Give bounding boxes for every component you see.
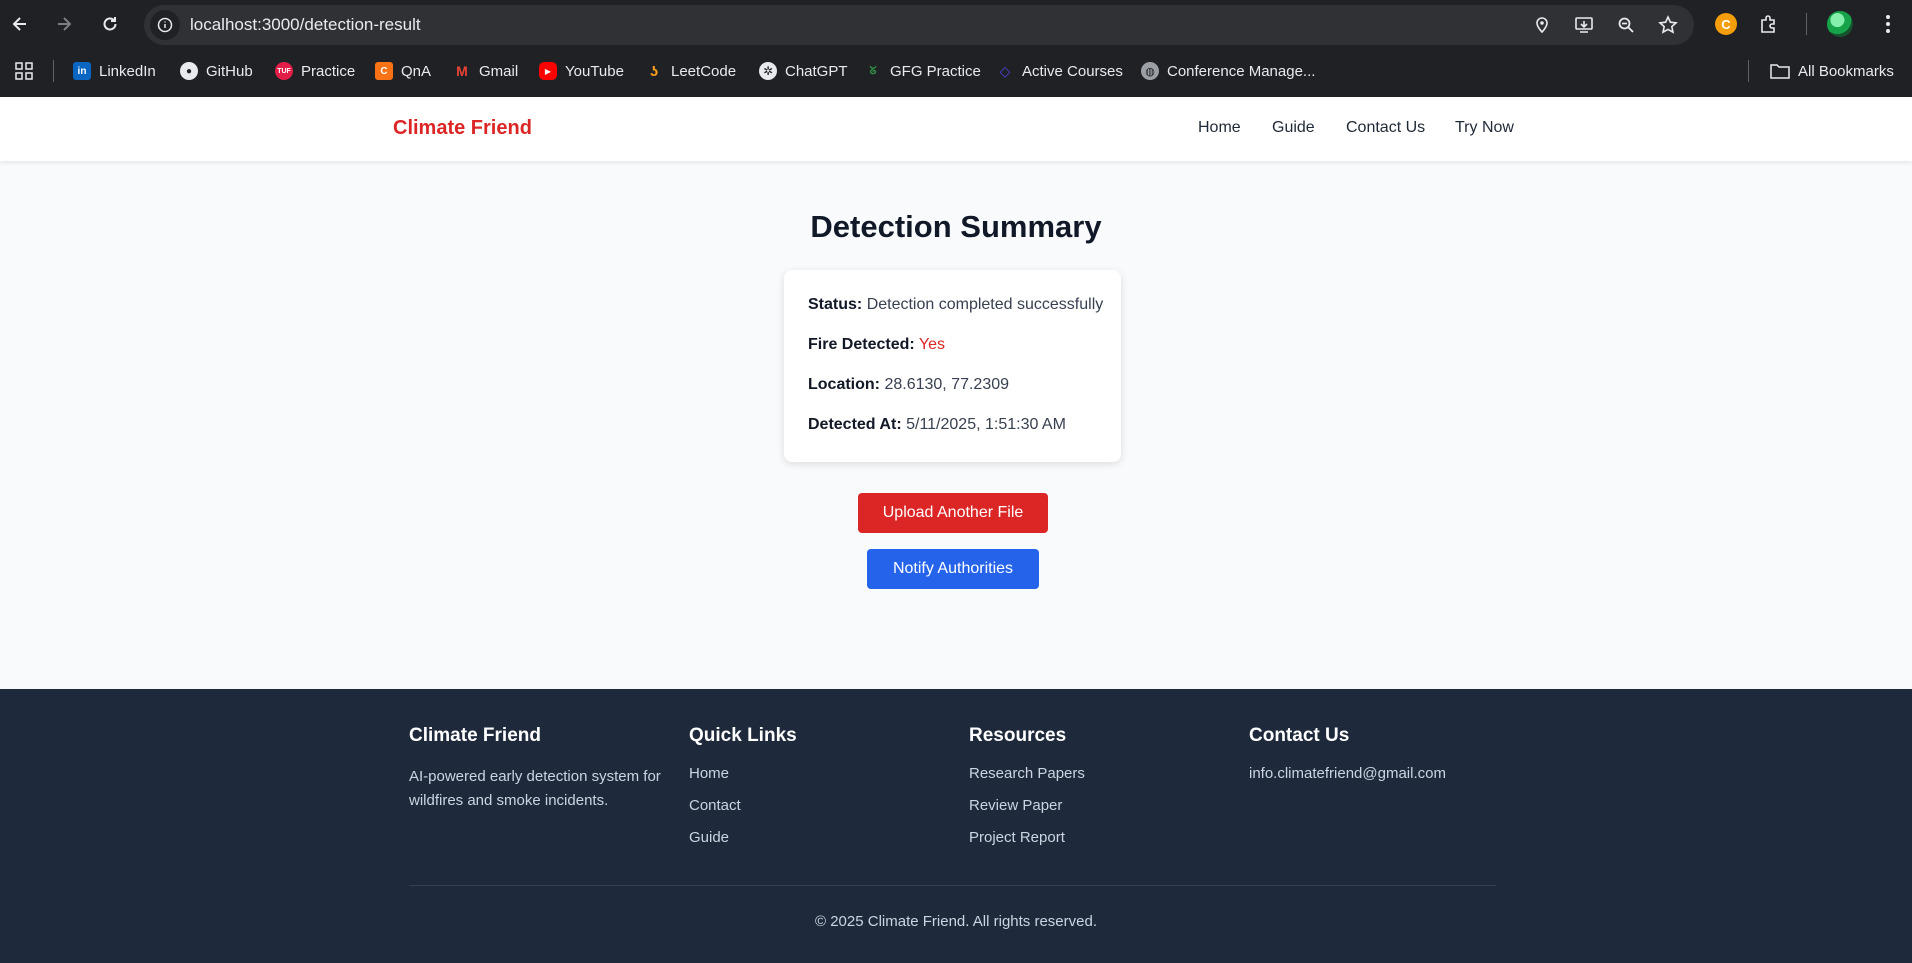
install-app-icon[interactable] xyxy=(1572,13,1596,37)
brand-logo[interactable]: Climate Friend xyxy=(393,117,532,140)
site-footer: Climate Friend AI-powered early detectio… xyxy=(0,689,1912,963)
footer-description: AI-powered early detection system for wi… xyxy=(409,768,661,809)
detected-at-label: Detected At: xyxy=(808,416,902,433)
quick-links-title: Quick Links xyxy=(689,725,797,746)
fire-detected-value: Yes xyxy=(918,336,945,353)
extensions-puzzle-icon[interactable] xyxy=(1754,10,1782,38)
bookmark-practice[interactable]: TUF Practice xyxy=(275,59,355,83)
status-label: Status: xyxy=(808,296,863,313)
location-value: 28.6130, 77.2309 xyxy=(884,376,1010,393)
all-bookmarks[interactable]: All Bookmarks xyxy=(1770,59,1894,83)
resources-title: Resources xyxy=(969,725,1067,746)
courses-icon: ◇ xyxy=(999,62,1011,79)
forward-icon[interactable] xyxy=(52,12,76,36)
apps-grid-icon[interactable] xyxy=(14,59,34,83)
footer-link-home[interactable]: Home xyxy=(689,765,797,797)
bookmark-chatgpt[interactable]: ✲ ChatGPT xyxy=(759,59,848,83)
bookmark-github[interactable]: ● GitHub xyxy=(180,59,253,83)
footer-quick-links: Quick Links Home Contact Guide xyxy=(689,725,797,861)
footer-link-research-papers[interactable]: Research Papers xyxy=(969,765,1085,797)
linkedin-icon: in xyxy=(73,62,91,80)
gmail-icon: M xyxy=(456,63,468,79)
contact-title: Contact Us xyxy=(1249,725,1350,746)
chatgpt-icon: ✲ xyxy=(759,62,777,80)
detected-at-row: Detected At: 5/11/2025, 1:51:30 AM xyxy=(808,416,1097,456)
youtube-icon: ▶ xyxy=(539,62,557,80)
bookmark-active-courses[interactable]: ◇ Active Courses xyxy=(996,59,1123,83)
bookmark-conference[interactable]: ◍ Conference Manage... xyxy=(1141,59,1315,83)
fire-detected-label: Fire Detected: xyxy=(808,336,915,353)
detection-summary-card: Status: Detection completed successfully… xyxy=(784,270,1121,462)
profile-avatar[interactable] xyxy=(1826,10,1854,38)
tuf-icon: TUF xyxy=(275,62,293,80)
footer-brand: Climate Friend xyxy=(409,725,541,746)
location-row: Location: 28.6130, 77.2309 xyxy=(808,376,1097,416)
copyright-text: © 2025 Climate Friend. All rights reserv… xyxy=(814,913,1097,930)
extension-c-icon[interactable]: C xyxy=(1712,10,1740,38)
reload-icon[interactable] xyxy=(98,12,122,36)
toolbar-separator xyxy=(1806,13,1807,35)
footer-resources: Resources Research Papers Review Paper P… xyxy=(969,725,1085,861)
bookmarks-separator xyxy=(53,60,54,82)
location-label: Location: xyxy=(808,376,880,393)
bookmarks-separator-right xyxy=(1748,60,1749,82)
footer-link-project-report[interactable]: Project Report xyxy=(969,829,1085,861)
bookmark-gfg-practice[interactable]: ᘜ GFG Practice xyxy=(864,59,980,83)
status-value: Detection completed successfully xyxy=(866,296,1104,313)
qna-icon: C xyxy=(375,62,393,80)
footer-link-contact[interactable]: Contact xyxy=(689,797,797,829)
github-icon: ● xyxy=(180,62,198,80)
bookmark-gmail[interactable]: M Gmail xyxy=(453,59,518,83)
address-bar[interactable]: localhost:3000/detection-result xyxy=(144,5,1694,45)
main-content: Detection Summary Status: Detection comp… xyxy=(0,161,1912,689)
browser-toolbar: localhost:3000/detection-result C xyxy=(0,0,1912,49)
footer-link-guide[interactable]: Guide xyxy=(689,829,797,861)
gfg-icon: ᘜ xyxy=(869,64,877,77)
back-icon[interactable] xyxy=(8,12,32,36)
bookmark-leetcode[interactable]: ʖ LeetCode xyxy=(645,59,736,83)
footer-divider xyxy=(409,885,1496,886)
browser-chrome: localhost:3000/detection-result C in Lin… xyxy=(0,0,1912,97)
location-icon[interactable] xyxy=(1530,13,1554,37)
bookmark-youtube[interactable]: ▶ YouTube xyxy=(539,59,624,83)
folder-icon xyxy=(1770,64,1790,79)
status-row: Status: Detection completed successfully xyxy=(808,296,1103,336)
nav-contact-us[interactable]: Contact Us xyxy=(1346,119,1425,137)
page-title: Detection Summary xyxy=(810,209,1102,244)
site-header: Climate Friend Home Guide Contact Us Try… xyxy=(0,97,1912,161)
detected-at-value: 5/11/2025, 1:51:30 AM xyxy=(906,416,1066,433)
footer-contact: Contact Us info.climatefriend@gmail.com xyxy=(1249,725,1446,797)
footer-link-review-paper[interactable]: Review Paper xyxy=(969,797,1085,829)
site-info-icon[interactable] xyxy=(150,10,180,40)
nav-try-now[interactable]: Try Now xyxy=(1455,119,1514,137)
nav-home[interactable]: Home xyxy=(1198,119,1241,137)
nav-guide[interactable]: Guide xyxy=(1272,119,1315,137)
leetcode-icon: ʖ xyxy=(649,62,659,80)
upload-another-file-button[interactable]: Upload Another File xyxy=(858,493,1048,533)
bookmark-star-icon[interactable] xyxy=(1656,13,1680,37)
notify-authorities-button[interactable]: Notify Authorities xyxy=(867,549,1039,589)
url-text[interactable]: localhost:3000/detection-result xyxy=(190,15,421,35)
footer-email-link[interactable]: info.climatefriend@gmail.com xyxy=(1249,765,1446,797)
globe-icon: ◍ xyxy=(1141,62,1159,80)
bookmarks-bar: in LinkedIn ● GitHub TUF Practice C QnA … xyxy=(0,49,1912,93)
menu-kebab-icon[interactable] xyxy=(1874,10,1902,38)
zoom-icon[interactable] xyxy=(1614,13,1638,37)
bookmark-qna[interactable]: C QnA xyxy=(375,59,431,83)
fire-detected-row: Fire Detected: Yes xyxy=(808,336,1097,376)
footer-about: Climate Friend AI-powered early detectio… xyxy=(409,725,669,813)
bookmark-linkedin[interactable]: in LinkedIn xyxy=(73,59,156,83)
